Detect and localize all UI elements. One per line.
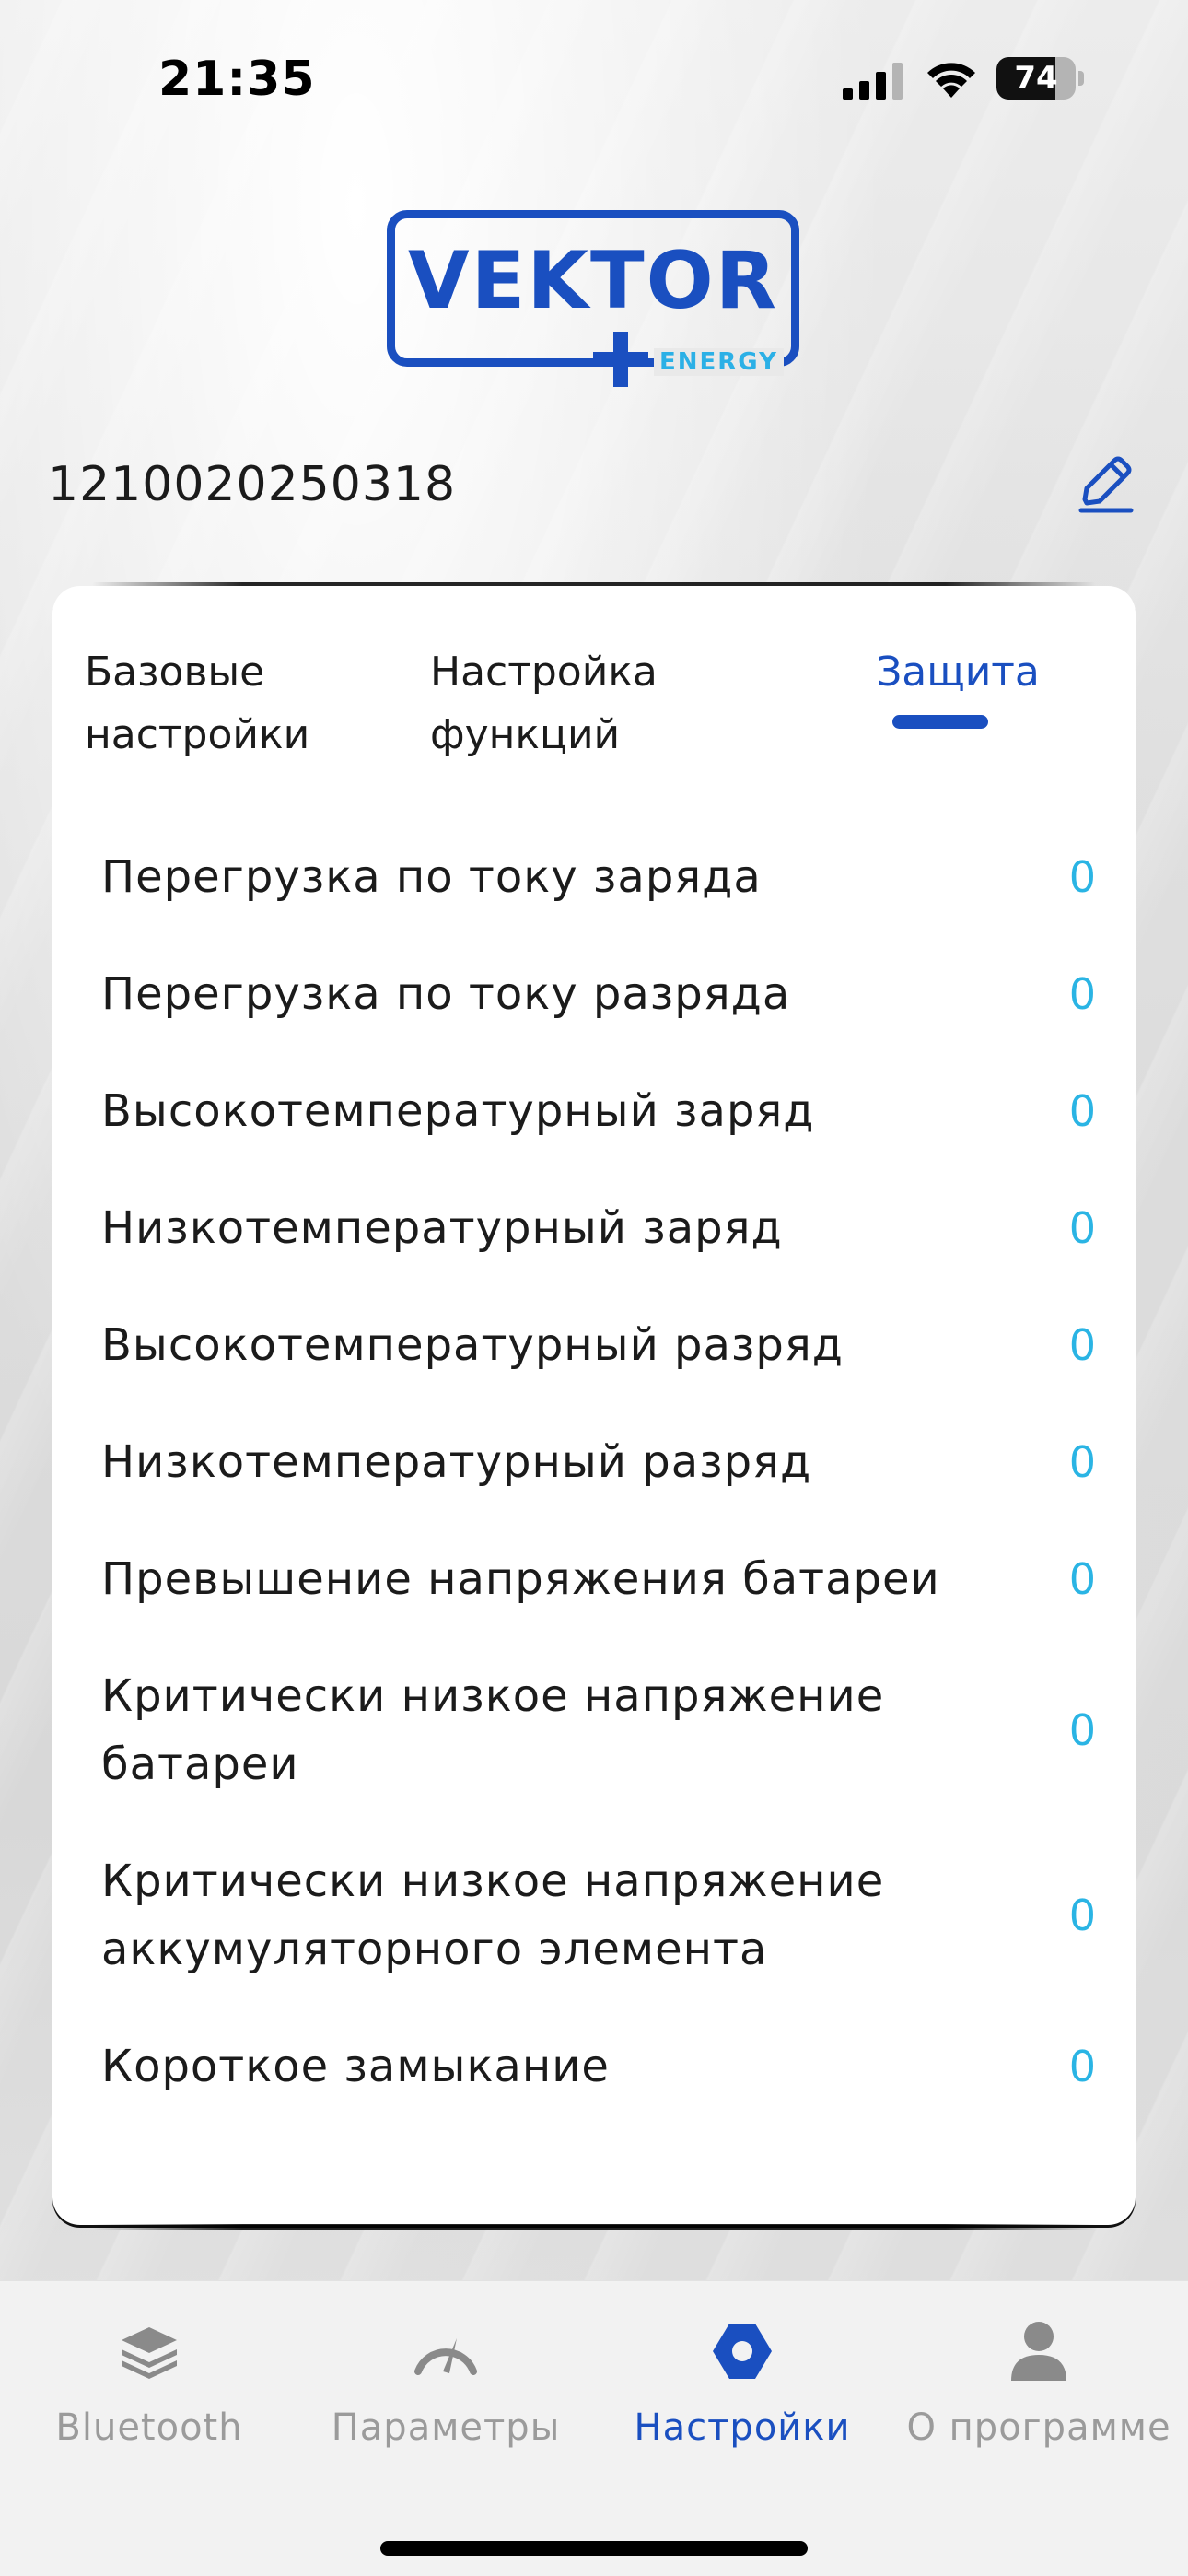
item-label: Превышение напряжения батареи (101, 1552, 940, 1605)
list-item: Превышение напряжения батареи 0 (101, 1520, 1096, 1637)
item-label: Перегрузка по току заряда (101, 850, 762, 903)
pencil-icon[interactable] (1077, 453, 1135, 514)
list-item: Короткое замыкание 0 (101, 2008, 1096, 2125)
battery-level: 74 (1014, 60, 1058, 97)
list-item: Низкотемпературный заряд 0 (101, 1169, 1096, 1286)
tab-settings[interactable]: Настройки (595, 2318, 890, 2502)
list-item: Высокотемпературный разряд 0 (101, 1286, 1096, 1403)
signal-icon (843, 63, 903, 100)
tab-bluetooth[interactable]: Bluetooth (2, 2318, 297, 2502)
status-bar: 21:35 74 (0, 0, 1188, 157)
item-label: Высокотемпературный заряд (101, 1084, 815, 1137)
card-bottom-edge (92, 2224, 1096, 2230)
tab-label-line2: функций (430, 711, 621, 758)
item-label: Короткое замыкание (101, 2040, 610, 2092)
tab-parameters[interactable]: Параметры (298, 2318, 593, 2502)
tab-basic-settings[interactable]: Базовые настройки (85, 641, 389, 767)
list-item: Перегрузка по току заряда 0 (101, 818, 1096, 935)
tab-protection[interactable]: Защита (856, 641, 1059, 704)
protection-list: Перегрузка по току заряда 0 Перегрузка п… (101, 818, 1096, 2125)
item-label: Критически низкое напряжение аккумулятор… (101, 1855, 885, 1975)
tab-label-line2: настройки (85, 711, 310, 758)
wifi-icon (927, 63, 975, 98)
layers-icon (122, 2327, 177, 2379)
active-tab-indicator (892, 715, 988, 729)
item-value: 0 (1068, 851, 1096, 902)
vektor-energy-logo: VEKTOR ENERGY (387, 210, 801, 387)
tab-label: Параметры (331, 2406, 561, 2449)
tab-label-line1: Защита (876, 649, 1040, 696)
logo-text: VEKTOR (408, 235, 778, 327)
list-item: Перегрузка по току разряда 0 (101, 935, 1096, 1052)
item-label: Критически низкое напряжение батареи (101, 1669, 885, 1790)
gauge-icon (414, 2338, 477, 2375)
item-value: 0 (1068, 968, 1096, 1019)
item-label: Высокотемпературный разряд (101, 1318, 844, 1371)
list-item: Низкотемпературный разряд 0 (101, 1403, 1096, 1520)
item-value: 0 (1068, 1319, 1096, 1370)
item-value: 0 (1068, 1890, 1096, 1940)
item-value: 0 (1068, 1704, 1096, 1755)
bottom-tab-bar: Bluetooth Параметры Настройки О программ… (0, 2280, 1188, 2576)
logo-subtext: ENERGY (654, 348, 784, 376)
hexagon-settings-icon (713, 2324, 772, 2379)
status-time: 21:35 (158, 52, 316, 107)
list-item: Критически низкое напряжение аккумулятор… (101, 1822, 1096, 2008)
item-value: 0 (1068, 1436, 1096, 1487)
tab-label: Bluetooth (55, 2406, 243, 2449)
list-item: Высокотемпературный заряд 0 (101, 1052, 1096, 1169)
tab-label-line1: Настройка (430, 649, 658, 696)
item-value: 0 (1068, 2041, 1096, 2091)
item-value: 0 (1068, 1202, 1096, 1253)
item-label: Низкотемпературный заряд (101, 1201, 783, 1254)
tab-about[interactable]: О программе (891, 2318, 1186, 2502)
tab-label: О программе (906, 2406, 1171, 2449)
item-label: Низкотемпературный разряд (101, 1435, 812, 1488)
tab-label: Настройки (634, 2406, 851, 2449)
user-icon (1011, 2322, 1066, 2381)
battery-icon: 74 (996, 57, 1085, 100)
device-id: 1210020250318 (48, 457, 457, 512)
home-indicator[interactable] (380, 2541, 808, 2556)
item-label: Перегрузка по току разряда (101, 967, 791, 1020)
tab-label-line1: Базовые (85, 649, 265, 696)
plus-icon (593, 332, 648, 387)
item-value: 0 (1068, 1553, 1096, 1604)
tab-function-settings[interactable]: Настройка функций (430, 641, 734, 767)
list-item: Критически низкое напряжение батареи 0 (101, 1637, 1096, 1822)
settings-card: Базовые настройки Настройка функций Защи… (52, 586, 1136, 2228)
item-value: 0 (1068, 1085, 1096, 1136)
